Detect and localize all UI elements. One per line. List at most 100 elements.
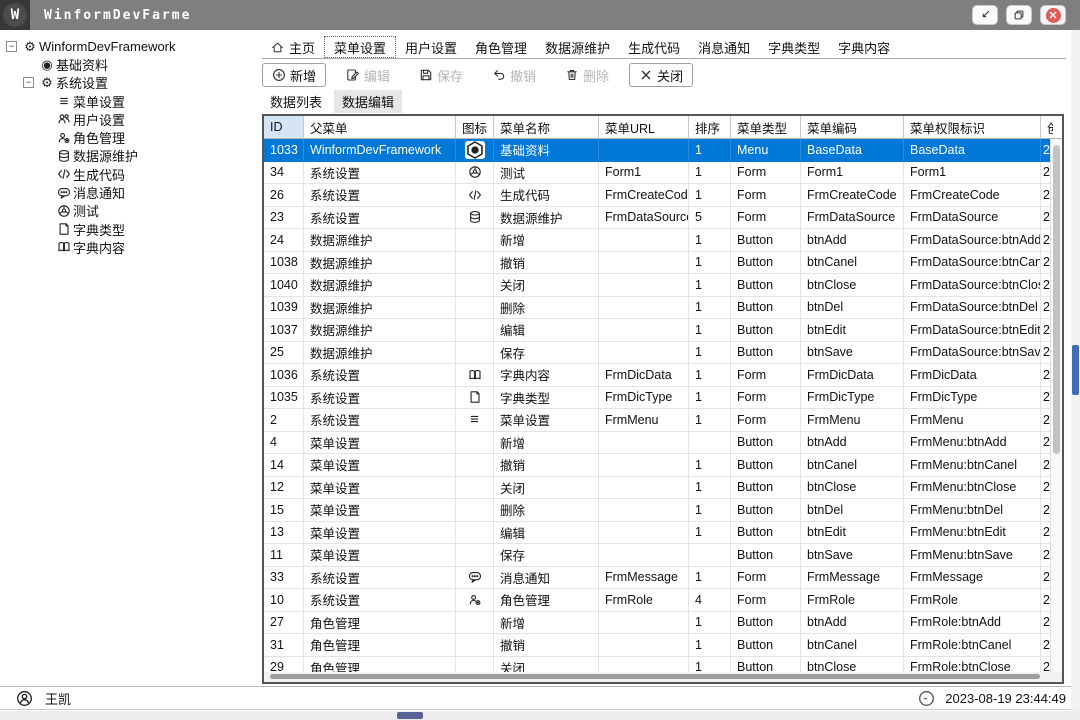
cell-sort: 1 [689, 342, 731, 364]
cell-code: btnCanel [801, 454, 904, 476]
cell-url: FrmDicType [599, 387, 689, 409]
column-header[interactable]: ID [264, 116, 304, 138]
column-header[interactable]: 菜单编码 [801, 116, 904, 138]
tab-user-settings[interactable]: 用户设置 [396, 36, 466, 58]
cell-type: Button [731, 612, 801, 634]
table-row[interactable]: 2系统设置≡菜单设置FrmMenu1FormFrmMenuFrmMenu2 [264, 409, 1050, 432]
sidebar-item-syssettings[interactable]: −⚙系统设置 [0, 74, 258, 92]
cell-sort: 1 [689, 162, 731, 184]
table-row[interactable]: 10系统设置角色管理FrmRole4FormFrmRoleFrmRole2 [264, 589, 1050, 612]
column-header[interactable]: 菜单名称 [494, 116, 599, 138]
table-horizontal-scrollbar[interactable] [264, 672, 1050, 682]
cell-url [599, 522, 689, 544]
sidebar-item-test[interactable]: 测试 [0, 202, 258, 220]
sidebar-item-dicttype[interactable]: 字典类型 [0, 220, 258, 238]
cell-name: 新增 [494, 229, 599, 251]
table-row[interactable]: 4菜单设置新增ButtonbtnAddFrmMenu:btnAdd2 [264, 432, 1050, 455]
table-row[interactable]: 1036系统设置字典内容FrmDicData1FormFrmDicDataFrm… [264, 364, 1050, 387]
table-row[interactable]: 24数据源维护新增1ButtonbtnAddFrmDataSource:btnA… [264, 229, 1050, 252]
table-row[interactable]: 1037数据源维护编辑1ButtonbtnEditFrmDataSource:b… [264, 319, 1050, 342]
cell-created: 2 [1041, 229, 1050, 251]
cell-created: 2 [1041, 634, 1050, 656]
table-row[interactable]: 14菜单设置撤销1ButtonbtnCanelFrmMenu:btnCanel2 [264, 454, 1050, 477]
collapse-toggle-icon[interactable]: − [6, 41, 17, 52]
title-bar: W WinformDevFarme [0, 0, 1080, 30]
column-header[interactable]: 菜单URL [599, 116, 689, 138]
sidebar-item-root[interactable]: −⚙WinformDevFramework [0, 37, 258, 55]
column-header[interactable]: 创建时间 [1041, 116, 1053, 138]
subtab-data-edit[interactable]: 数据编辑 [334, 90, 402, 113]
table-row[interactable]: 1035系统设置字典类型FrmDicType1FormFrmDicTypeFrm… [264, 387, 1050, 410]
app-title: WinformDevFarme [44, 8, 191, 23]
cell-type: Button [731, 432, 801, 454]
tab-menu-settings[interactable]: 菜单设置 [324, 36, 396, 58]
cell-icon [456, 184, 494, 206]
sidebar-item-menu-settings[interactable]: ≡菜单设置 [0, 92, 258, 110]
cell-icon [456, 162, 494, 184]
cell-perm: FrmDataSource:btnDel [904, 297, 1041, 319]
table-row[interactable]: 33系统设置消息通知FrmMessage1FormFrmMessageFrmMe… [264, 567, 1050, 590]
column-header[interactable]: 菜单权限标识 [904, 116, 1041, 138]
column-header[interactable]: 图标 [456, 116, 494, 138]
book-icon [55, 222, 73, 236]
cell-name: 数据源维护 [494, 207, 599, 229]
screen-hscroll-thumb[interactable] [397, 712, 423, 719]
table-row[interactable]: 34系统设置测试Form11FormForm1Form12 [264, 162, 1050, 185]
close-button[interactable]: 关闭 [629, 63, 693, 87]
table-row[interactable]: 1040数据源维护关闭1ButtonbtnCloseFrmDataSource:… [264, 274, 1050, 297]
cell-name: 删除 [494, 499, 599, 521]
cell-type: Button [731, 499, 801, 521]
cell-perm: Form1 [904, 162, 1041, 184]
collapse-toggle-icon[interactable]: − [23, 77, 34, 88]
tab-message[interactable]: 消息通知 [689, 36, 759, 58]
sidebar-item-role-manage[interactable]: 角色管理 [0, 128, 258, 146]
horizontal-scroll-thumb[interactable] [270, 674, 1040, 679]
close-button[interactable] [1040, 5, 1066, 25]
tab-dicttype[interactable]: 字典类型 [759, 36, 829, 58]
table-row[interactable]: 27角色管理新增1ButtonbtnAddFrmRole:btnAdd2 [264, 612, 1050, 635]
tab-home[interactable]: 主页 [262, 36, 324, 58]
cell-id: 1038 [264, 252, 304, 274]
add-button[interactable]: 新增 [262, 63, 326, 87]
table-row[interactable]: 1038数据源维护撤销1ButtonbtnCanelFrmDataSource:… [264, 252, 1050, 275]
table-row[interactable]: 31角色管理撤销1ButtonbtnCanelFrmRole:btnCanel2 [264, 634, 1050, 657]
tab-datasource[interactable]: 数据源维护 [536, 36, 619, 58]
cell-perm: FrmDataSource [904, 207, 1041, 229]
column-header[interactable]: 菜单类型 [731, 116, 801, 138]
table-row[interactable]: 1033WinformDevFramework基础资料1MenuBaseData… [264, 139, 1050, 162]
cell-code: btnCanel [801, 252, 904, 274]
restore-button[interactable] [1006, 5, 1032, 25]
table-row[interactable]: 23系统设置数据源维护FrmDataSource5FormFrmDataSour… [264, 207, 1050, 230]
cell-perm: FrmDataSource:btnAdd [904, 229, 1041, 251]
sidebar-item-dictdata[interactable]: 字典内容 [0, 238, 258, 256]
cell-name: 基础资料 [494, 139, 599, 161]
column-header[interactable]: 父菜单 [304, 116, 456, 138]
table-row[interactable]: 15菜单设置删除1ButtonbtnDelFrmMenu:btnDel2 [264, 499, 1050, 522]
subtab-data-list[interactable]: 数据列表 [262, 90, 330, 113]
table-row[interactable]: 12菜单设置关闭1ButtonbtnCloseFrmMenu:btnClose2 [264, 477, 1050, 500]
tab-role-manage[interactable]: 角色管理 [466, 36, 536, 58]
sidebar-item-datasource[interactable]: 数据源维护 [0, 147, 258, 165]
screen-vscroll-thumb[interactable] [1072, 345, 1079, 395]
sidebar-item-codegen[interactable]: 生成代码 [0, 165, 258, 183]
table-row[interactable]: 11菜单设置保存ButtonbtnSaveFrmMenu:btnSave2 [264, 544, 1050, 567]
table-row[interactable]: 25数据源维护保存1ButtonbtnSaveFrmDataSource:btn… [264, 342, 1050, 365]
cell-perm: FrmCreateCode [904, 184, 1041, 206]
screen-vertical-scrollbar[interactable] [1071, 30, 1080, 711]
minimize-button[interactable] [972, 5, 998, 25]
cell-icon [456, 229, 494, 251]
table-vertical-scrollbar[interactable] [1050, 139, 1062, 672]
sidebar-item-basedata[interactable]: ◉基础资料 [0, 55, 258, 73]
cell-parent: 数据源维护 [304, 319, 456, 341]
cell-icon [456, 612, 494, 634]
table-row[interactable]: 26系统设置生成代码FrmCreateCode1FormFrmCreateCod… [264, 184, 1050, 207]
sidebar-item-message[interactable]: 消息通知 [0, 183, 258, 201]
column-header[interactable]: 排序 [689, 116, 731, 138]
tab-codegen[interactable]: 生成代码 [619, 36, 689, 58]
table-row[interactable]: 13菜单设置编辑1ButtonbtnEditFrmMenu:btnEdit2 [264, 522, 1050, 545]
sidebar-item-user-settings[interactable]: 用户设置 [0, 110, 258, 128]
tab-dictdata[interactable]: 字典内容 [829, 36, 899, 58]
screen-horizontal-scrollbar[interactable] [0, 711, 1080, 720]
table-row[interactable]: 1039数据源维护删除1ButtonbtnDelFrmDataSource:bt… [264, 297, 1050, 320]
vertical-scroll-thumb[interactable] [1053, 145, 1060, 454]
